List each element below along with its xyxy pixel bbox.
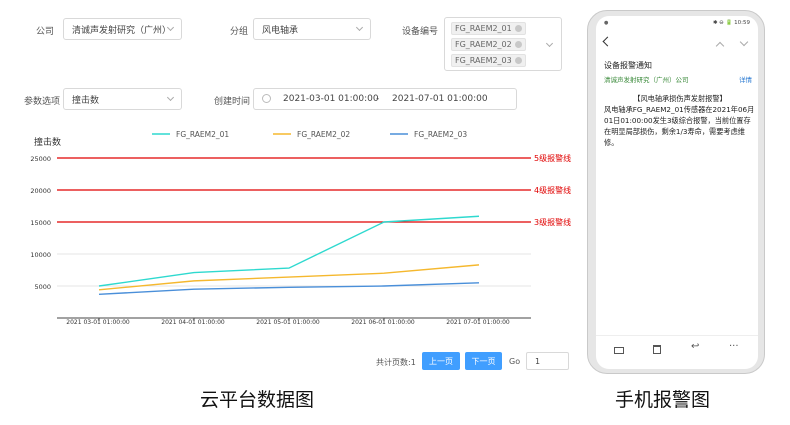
alarm-threshold-label: 4级报警线: [534, 185, 571, 195]
phone-frame: ● ✱ ⊖ 🔋 10:59 设备报警通知 清诚声发射研究（广州）公司 详情 【风…: [587, 10, 765, 374]
close-icon[interactable]: [514, 57, 522, 64]
alarm-threshold-label: 5级报警线: [534, 153, 571, 163]
close-icon[interactable]: [514, 25, 522, 32]
x-tick-label: 2021 07-01 01:00:00: [446, 319, 510, 326]
device-tag[interactable]: FG_RAEM2_02: [451, 38, 526, 51]
company-label: 公司: [36, 27, 55, 37]
device-label: 设备编号: [402, 27, 439, 37]
alarm-threshold-label: 3级报警线: [534, 217, 571, 227]
detail-link[interactable]: 详情: [739, 74, 752, 84]
notification-title: 设备报警通知: [604, 61, 652, 70]
alert-message-title: 【风电轴承损伤声发射报警】: [633, 94, 727, 103]
close-icon[interactable]: [514, 41, 522, 48]
y-tick-label: 10000: [30, 251, 51, 259]
date-range-picker[interactable]: 2021-03-01 01:00:00 - 2021-07-01 01:00:0…: [253, 88, 517, 110]
device-multi-select[interactable]: FG_RAEM2_01 FG_RAEM2_02 FG_RAEM2_03: [444, 17, 562, 71]
date-start[interactable]: 2021-03-01 01:00:00: [283, 94, 379, 104]
device-tag-label: FG_RAEM2_02: [455, 40, 512, 49]
chevron-down-icon: [166, 93, 175, 102]
y-tick-label: 5000: [34, 283, 51, 291]
alert-message-body: 风电轴承FG_RAEM2_01传感器在2021年06月01日01:00:00发生…: [604, 105, 755, 147]
caption-cloud-platform: 云平台数据图: [200, 389, 315, 411]
device-tag[interactable]: FG_RAEM2_01: [451, 22, 526, 35]
y-tick-label: 20000: [30, 187, 51, 195]
more-icon[interactable]: ···: [729, 341, 739, 352]
device-tag-label: FG_RAEM2_01: [455, 24, 512, 33]
line-chart: 5级报警线 4级报警线 3级报警线 撞击数 5000 10000 15000 20000 25…: [30, 130, 571, 326]
company-select[interactable]: 清诚声发射研究（广州）: [63, 18, 182, 40]
status-bar-left: ●: [604, 20, 609, 26]
x-tick-label: 2021 04-01 01:00:00: [161, 319, 225, 326]
go-label: Go: [509, 357, 521, 366]
param-label: 参数选项: [24, 97, 61, 107]
created-time-label: 创建时间: [214, 97, 251, 107]
legend-label: FG_RAEM2_01: [176, 130, 229, 139]
chevron-down-icon: [355, 23, 364, 32]
next-page-button[interactable]: 下一页: [465, 352, 502, 370]
chevron-down-icon: [166, 23, 175, 32]
param-select-value: 撞击数: [72, 95, 100, 106]
date-separator: -: [376, 94, 380, 104]
chevron-up-icon[interactable]: [715, 41, 725, 51]
param-select[interactable]: 撞击数: [63, 88, 182, 110]
group-select-value: 风电轴承: [262, 25, 299, 36]
reply-icon[interactable]: ↩: [691, 341, 699, 352]
series-line: [98, 215, 480, 287]
clock-icon: [262, 94, 271, 103]
chart-legend: FG_RAEM2_01 FG_RAEM2_02 FG_RAEM2_03: [152, 130, 467, 139]
trash-icon[interactable]: [653, 345, 661, 354]
prev-page-button[interactable]: 上一页: [422, 352, 460, 370]
date-end[interactable]: 2021-07-01 01:00:00: [392, 94, 488, 104]
y-tick-label: 25000: [30, 155, 51, 163]
total-pages-text: 共计页数:1: [376, 358, 416, 367]
caption-phone-alert: 手机报警图: [615, 389, 711, 411]
y-tick-label: 15000: [30, 219, 51, 227]
device-tag[interactable]: FG_RAEM2_03: [451, 54, 526, 67]
legend-label: FG_RAEM2_02: [297, 130, 350, 139]
status-bar-right: ✱ ⊖ 🔋 10:59: [712, 20, 750, 26]
company-select-value: 清诚声发射研究（广州）: [72, 25, 168, 36]
notification-sender: 清诚声发射研究（广州）公司: [604, 76, 689, 84]
alarm-threshold-lines: 5级报警线 4级报警线 3级报警线: [57, 153, 571, 227]
legend-label: FG_RAEM2_03: [414, 130, 467, 139]
chart-series: [98, 215, 480, 296]
x-tick-label: 2021 06-01 01:00:00: [351, 319, 415, 326]
back-arrow-icon[interactable]: [602, 36, 613, 47]
page-number-input[interactable]: 1: [526, 352, 569, 370]
chart-axes: 撞击数 5000 10000 15000 20000 25000 2021 03-01 01…: [30, 136, 531, 326]
group-label: 分组: [230, 27, 249, 37]
mail-icon[interactable]: [614, 347, 624, 354]
chevron-down-icon: [545, 39, 554, 48]
x-tick-label: 2021 05-01 01:00:00: [256, 319, 320, 326]
group-select[interactable]: 风电轴承: [253, 18, 371, 40]
y-axis-label: 撞击数: [34, 136, 61, 148]
phone-screen: ● ✱ ⊖ 🔋 10:59 设备报警通知 清诚声发射研究（广州）公司 详情 【风…: [596, 16, 758, 369]
x-tick-label: 2021 03-01 01:00:00: [66, 319, 130, 326]
chevron-down-icon[interactable]: [739, 37, 749, 47]
device-tag-label: FG_RAEM2_03: [455, 56, 512, 65]
